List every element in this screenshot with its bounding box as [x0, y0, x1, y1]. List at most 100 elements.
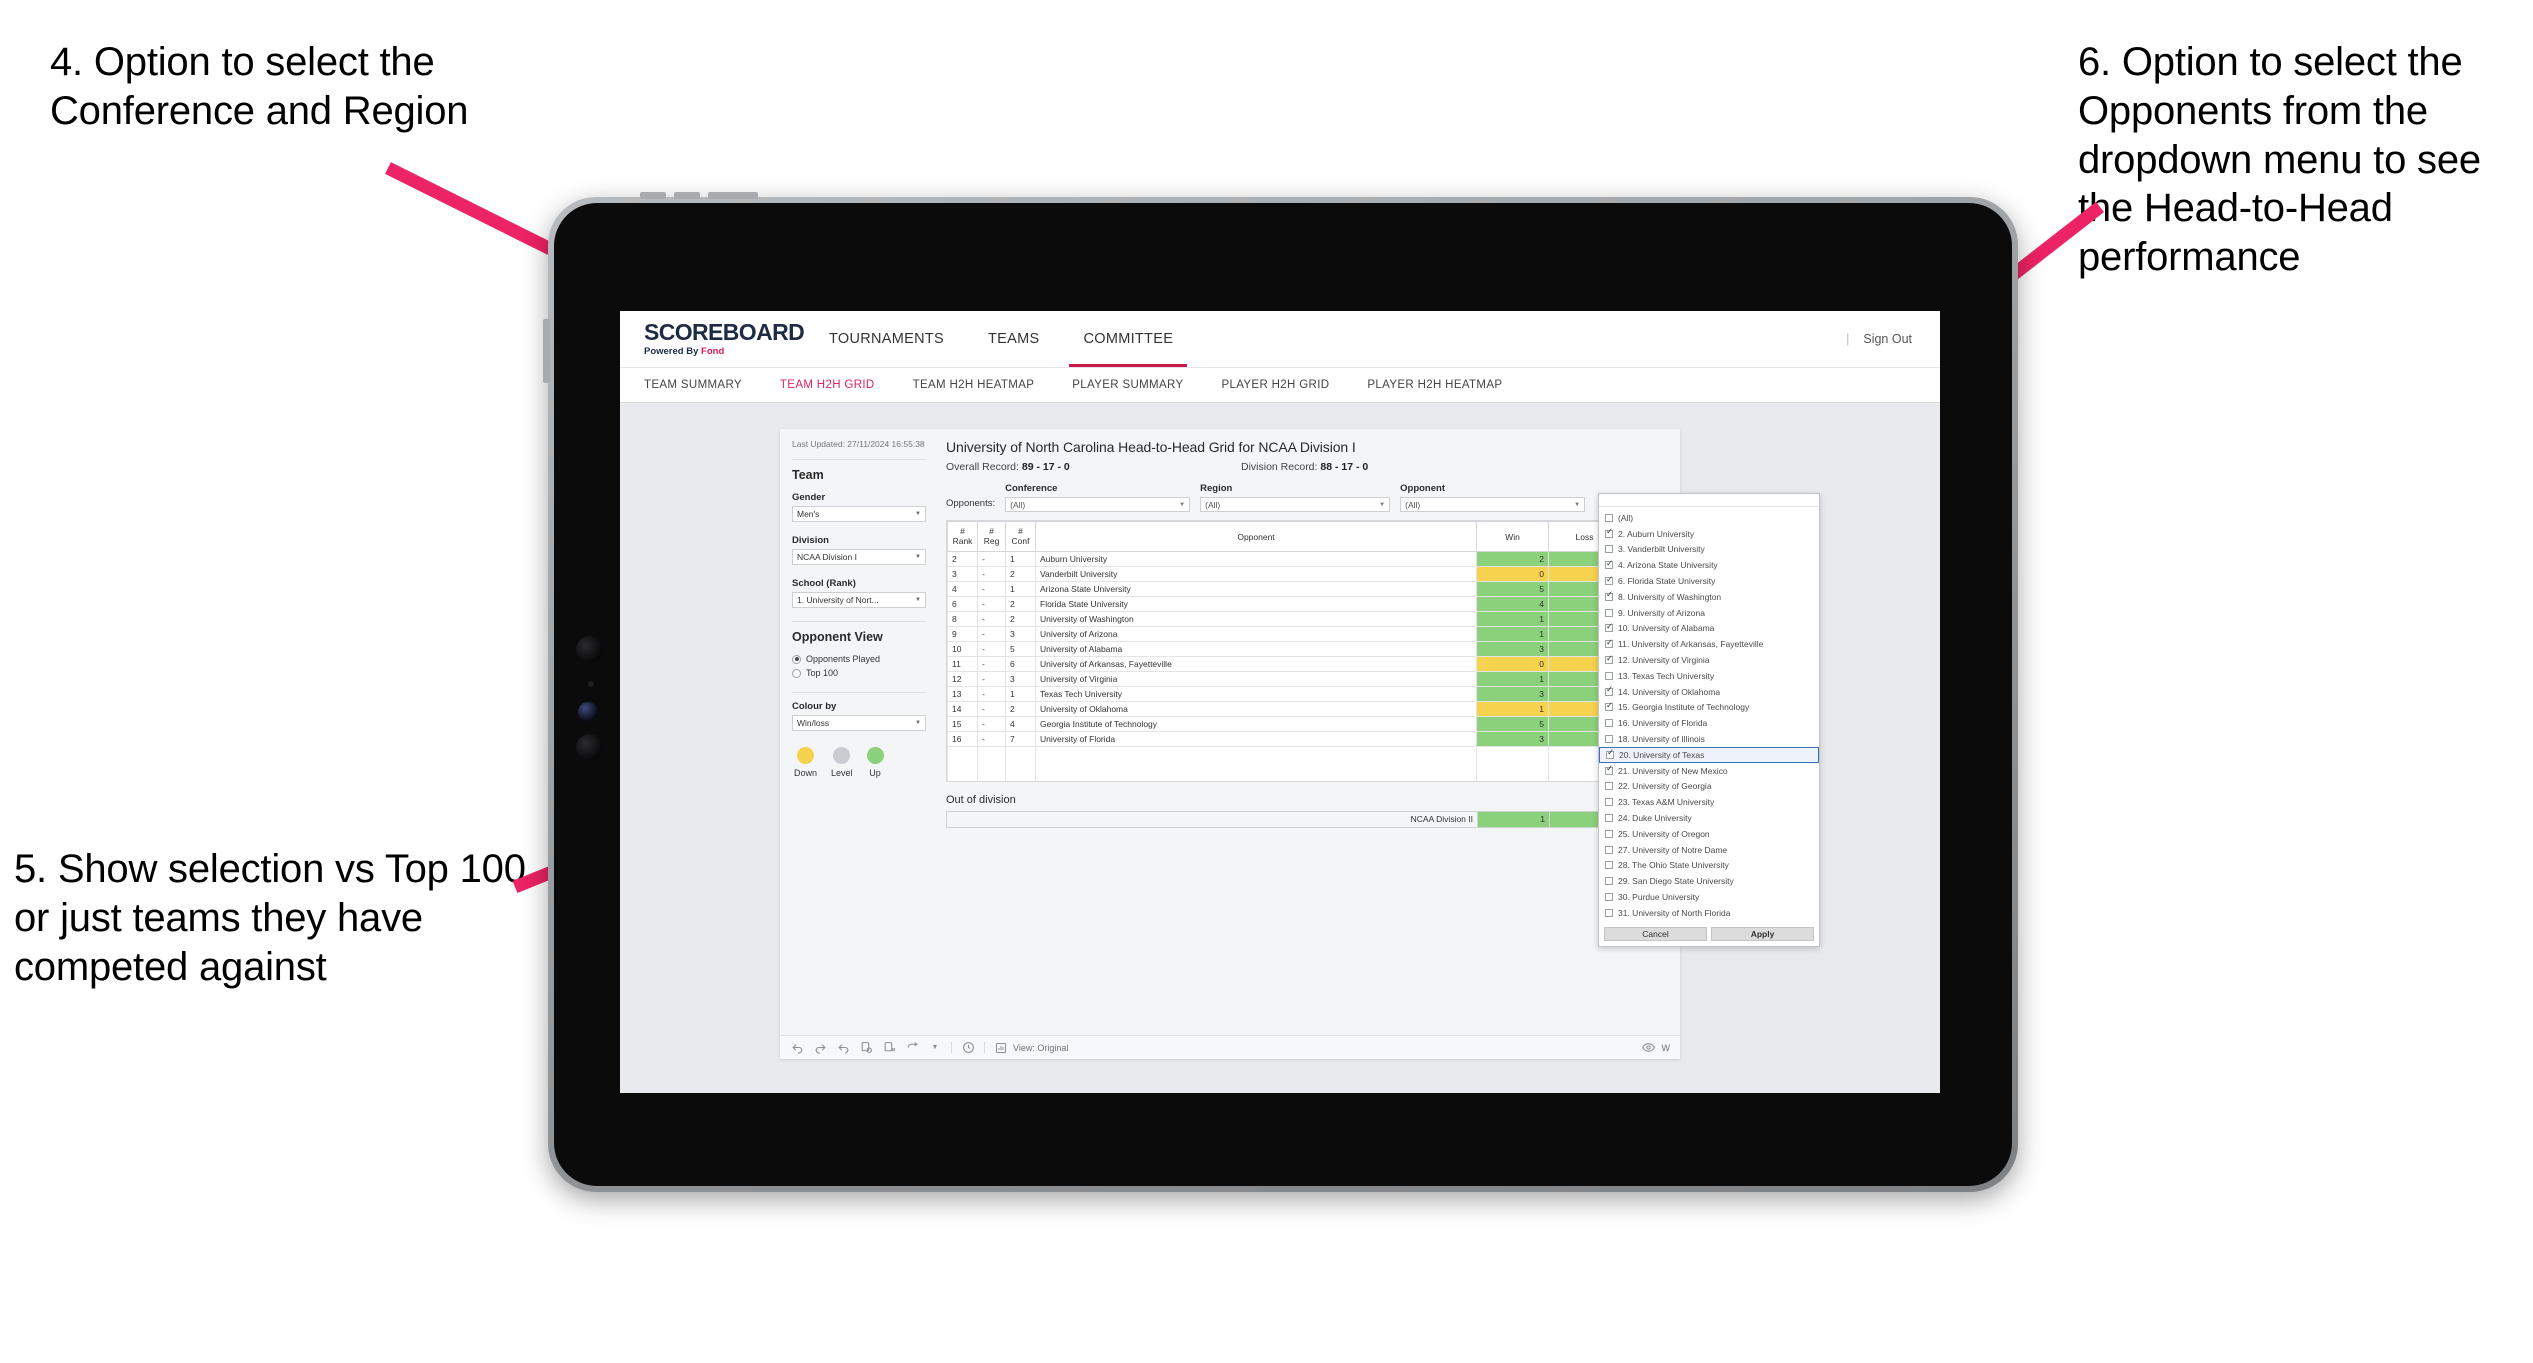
- dropdown-item[interactable]: 11. University of Arkansas, Fayetteville: [1599, 636, 1819, 652]
- dropdown-item-label: 23. Texas A&M University: [1618, 797, 1715, 808]
- subnav-item-team-h2h-heatmap[interactable]: TEAM H2H HEATMAP: [913, 379, 1055, 391]
- table-row[interactable]: 6-2Florida State University42: [947, 596, 1667, 612]
- dropdown-item[interactable]: 8. University of Washington: [1599, 589, 1819, 605]
- chevron-down-icon[interactable]: ▼: [928, 1041, 942, 1055]
- table-row[interactable]: 10-5University of Alabama30: [947, 641, 1667, 657]
- table-row[interactable]: 15-4Georgia Institute of Technology50: [947, 716, 1667, 732]
- col-win[interactable]: Win: [1476, 521, 1549, 552]
- dropdown-item[interactable]: 25. University of Oregon: [1599, 826, 1819, 842]
- gender-select[interactable]: Men's ▼: [792, 506, 926, 523]
- dropdown-item[interactable]: 27. University of Notre Dame: [1599, 842, 1819, 858]
- dropdown-item[interactable]: 30. Purdue University: [1599, 889, 1819, 905]
- dropdown-item-label: 30. Purdue University: [1618, 892, 1700, 903]
- history-icon[interactable]: [961, 1041, 975, 1055]
- subnav-item-team-h2h-grid[interactable]: TEAM H2H GRID: [780, 379, 895, 391]
- dropdown-item[interactable]: 4. Arizona State University: [1599, 557, 1819, 573]
- nav-item-tournaments[interactable]: TOURNAMENTS: [807, 311, 966, 367]
- radio-top-100[interactable]: Top 100: [792, 668, 926, 678]
- table-row[interactable]: 14-2University of Oklahoma12: [947, 701, 1667, 717]
- dropdown-item[interactable]: 18. University of Illinois: [1599, 731, 1819, 747]
- dropdown-item[interactable]: 31. University of North Florida: [1599, 905, 1819, 921]
- dropdown-item[interactable]: 29. San Diego State University: [1599, 873, 1819, 889]
- opponent-dropdown-panel[interactable]: (All) 2. Auburn University 3. Vanderbilt U…: [1598, 493, 1820, 947]
- dropdown-item[interactable]: 6. Florida State University: [1599, 573, 1819, 589]
- colour-by-select[interactable]: Win/loss ▼: [792, 715, 926, 732]
- col-reg[interactable]: # Reg: [977, 521, 1006, 552]
- dropdown-item[interactable]: 22. University of Georgia: [1599, 779, 1819, 795]
- dropdown-item[interactable]: 13. Texas Tech University: [1599, 668, 1819, 684]
- radio-opponents-played[interactable]: Opponents Played: [792, 654, 926, 664]
- view-original-label: View: Original: [1013, 1042, 1069, 1053]
- dropdown-item[interactable]: 20. University of Texas: [1599, 746, 1819, 763]
- dropdown-item[interactable]: 12. University of Virginia: [1599, 652, 1819, 668]
- device-button-volume-up[interactable]: [640, 192, 666, 199]
- col-conf[interactable]: # Conf: [1005, 521, 1036, 552]
- screenshot-root: 4. Option to select the Conference and R…: [0, 0, 2533, 1363]
- brand-logo[interactable]: SCOREBOARD Powered By Fond: [644, 311, 805, 367]
- refresh-data-icon[interactable]: [859, 1041, 873, 1055]
- filter-conference-select[interactable]: (All) ▼: [1005, 497, 1191, 512]
- share-icon[interactable]: [905, 1041, 919, 1055]
- table-row[interactable]: 16-7University of Florida31: [947, 731, 1667, 747]
- redo-icon[interactable]: [813, 1041, 827, 1055]
- overall-record: Overall Record: 89 - 17 - 0: [946, 461, 1241, 473]
- table-row[interactable]: 13-1Texas Tech University30: [947, 686, 1667, 702]
- cell-opponent: Arizona State University: [1035, 581, 1477, 597]
- dropdown-item[interactable]: 9. University of Arizona: [1599, 605, 1819, 621]
- opponent-dropdown-list: (All) 2. Auburn University 3. Vanderbilt U…: [1599, 507, 1819, 923]
- chevron-down-icon: ▼: [1574, 501, 1581, 508]
- watch-eye-icon[interactable]: [1642, 1041, 1656, 1055]
- dropdown-item-label: 6. Florida State University: [1618, 576, 1716, 587]
- nav-item-teams[interactable]: TEAMS: [966, 311, 1061, 367]
- annotation-6: 6. Option to select the Opponents from t…: [2078, 40, 2481, 280]
- revert-icon[interactable]: [836, 1041, 850, 1055]
- table-row[interactable]: 3-2Vanderbilt University04: [947, 566, 1667, 582]
- subnav-item-player-summary[interactable]: PLAYER SUMMARY: [1072, 379, 1203, 391]
- table-row[interactable]: 9-3University of Arizona10: [947, 626, 1667, 642]
- dropdown-item[interactable]: 10. University of Alabama: [1599, 621, 1819, 637]
- dropdown-item[interactable]: (All): [1599, 510, 1819, 526]
- undo-icon[interactable]: [790, 1041, 804, 1055]
- dropdown-item[interactable]: 23. Texas A&M University: [1599, 794, 1819, 810]
- dropdown-item[interactable]: 15. Georgia Institute of Technology: [1599, 700, 1819, 716]
- view-original-button[interactable]: View: Original: [994, 1041, 1068, 1055]
- cell-win: 5: [1476, 716, 1549, 732]
- col-rank[interactable]: # Rank: [947, 521, 978, 552]
- filter-region-select[interactable]: (All) ▼: [1200, 497, 1391, 512]
- division-select[interactable]: NCAA Division I ▼: [792, 549, 926, 566]
- subnav-item-team-summary[interactable]: TEAM SUMMARY: [644, 379, 762, 391]
- dropdown-item[interactable]: 24. Duke University: [1599, 810, 1819, 826]
- table-row[interactable]: 12-3University of Virginia10: [947, 671, 1667, 687]
- annotation-4: 4. Option to select the Conference and R…: [50, 40, 469, 133]
- legend-item-up: Up: [866, 747, 884, 779]
- pause-data-icon[interactable]: [882, 1041, 896, 1055]
- legend-label-up: Up: [869, 768, 881, 779]
- table-row[interactable]: 11-6 University of Arkansas, Fayetteville…: [947, 656, 1667, 672]
- cancel-button[interactable]: Cancel: [1604, 926, 1707, 941]
- device-button-power[interactable]: [708, 192, 758, 199]
- dropdown-item[interactable]: 28. The Ohio State University: [1599, 858, 1819, 874]
- dropdown-item[interactable]: 21. University of New Mexico: [1599, 763, 1819, 779]
- out-of-division-row[interactable]: NCAA Division II10: [946, 810, 1668, 828]
- table-row[interactable]: 4-1Arizona State University51: [947, 581, 1667, 597]
- cell-opponent: University of Florida: [1035, 731, 1477, 747]
- dropdown-item[interactable]: 2. Auburn University: [1599, 526, 1819, 542]
- col-opponent[interactable]: Opponent: [1035, 521, 1477, 552]
- subnav-item-player-h2h-grid[interactable]: PLAYER H2H GRID: [1221, 379, 1349, 391]
- cell-rank: 6: [947, 596, 978, 612]
- dropdown-item[interactable]: 16. University of Florida: [1599, 715, 1819, 731]
- apply-button[interactable]: Apply: [1711, 926, 1814, 941]
- filter-opponent-select[interactable]: (All) ▼: [1400, 497, 1586, 512]
- school-rank-select[interactable]: 1. University of Nort... ▼: [792, 592, 926, 609]
- table-row[interactable]: 8-2University of Washington10: [947, 611, 1667, 627]
- opponent-dropdown-search[interactable]: [1599, 494, 1819, 507]
- dropdown-item[interactable]: 14. University of Oklahoma: [1599, 684, 1819, 700]
- dropdown-item[interactable]: 3. Vanderbilt University: [1599, 542, 1819, 558]
- sign-out-link[interactable]: Sign Out: [1863, 332, 1912, 346]
- subnav-item-player-h2h-heatmap[interactable]: PLAYER H2H HEATMAP: [1367, 379, 1522, 391]
- table-row[interactable]: 2-1Auburn University21: [947, 551, 1667, 567]
- device-button-side[interactable]: [543, 319, 550, 383]
- cell-opponent: Auburn University: [1035, 551, 1477, 567]
- device-button-volume-down[interactable]: [674, 192, 700, 199]
- nav-item-committee[interactable]: COMMITTEE: [1061, 311, 1195, 367]
